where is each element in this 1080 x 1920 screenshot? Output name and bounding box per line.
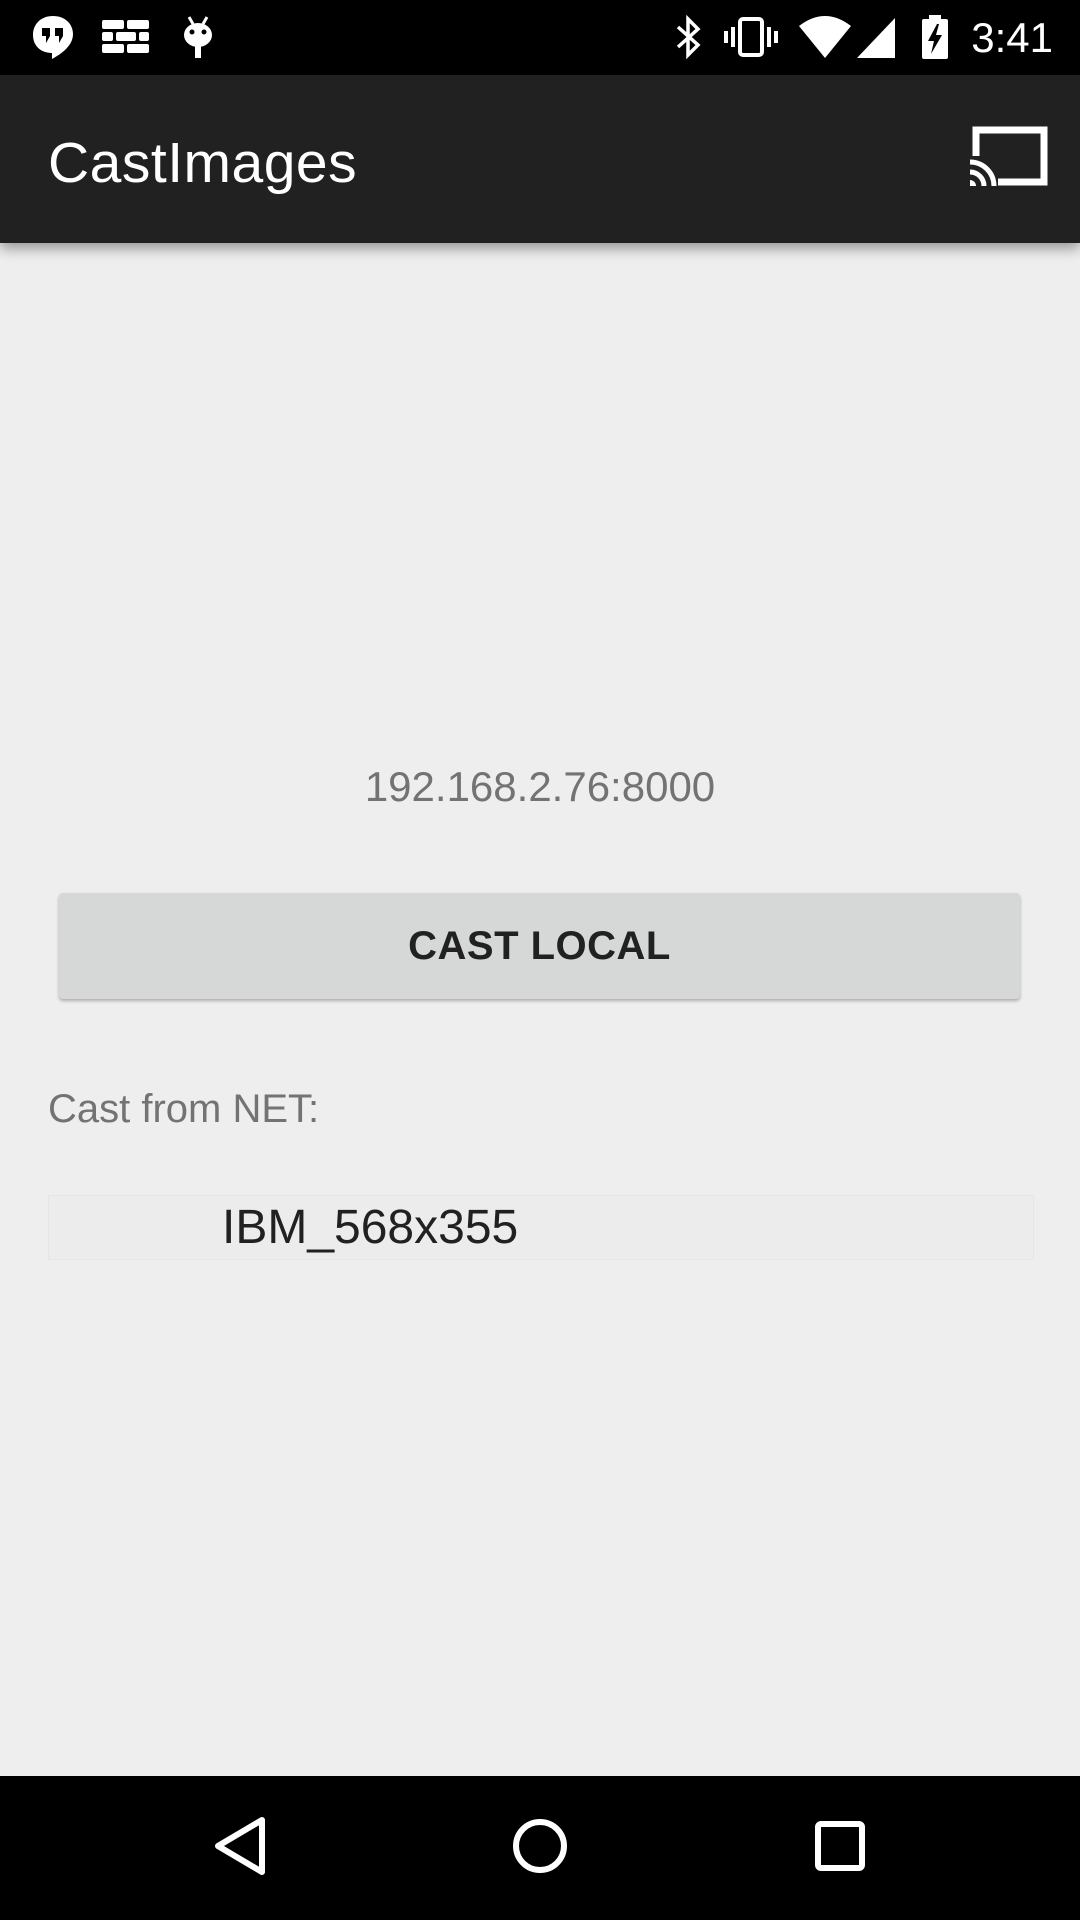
bricks-icon [100,14,152,60]
server-address: 192.168.2.76:8000 [364,763,716,810]
cast-button[interactable] [966,120,1050,198]
android-debug-icon [178,14,218,60]
net-image-list: IBM_568x355 [48,1195,1034,1260]
bluetooth-icon [672,14,706,60]
recents-icon [812,1818,868,1879]
home-icon [510,1816,570,1881]
cast-from-net-label: Cast from NET: [48,1087,320,1131]
home-button[interactable] [504,1812,576,1884]
back-button[interactable] [204,1812,276,1884]
app-title: CastImages [48,131,358,195]
vibrate-icon [722,14,780,60]
wifi-icon [797,14,853,60]
back-icon [210,1815,270,1882]
recents-button[interactable] [804,1812,876,1884]
cast-local-button[interactable]: CAST LOCAL [59,893,1020,999]
status-time: 3:41 [971,14,1053,61]
screen: 3:41 CastImages 192.168.2.76:8000 CAST L… [0,0,1080,1920]
nav-bar [0,1776,1080,1920]
hangouts-icon [30,14,76,60]
battery-charging-icon [918,14,952,60]
signal-icon [855,14,897,60]
app-bar: CastImages [0,75,1080,243]
list-item[interactable]: IBM_568x355 [222,1199,518,1257]
status-bar: 3:41 [0,0,1080,75]
cast-icon [968,126,1048,193]
